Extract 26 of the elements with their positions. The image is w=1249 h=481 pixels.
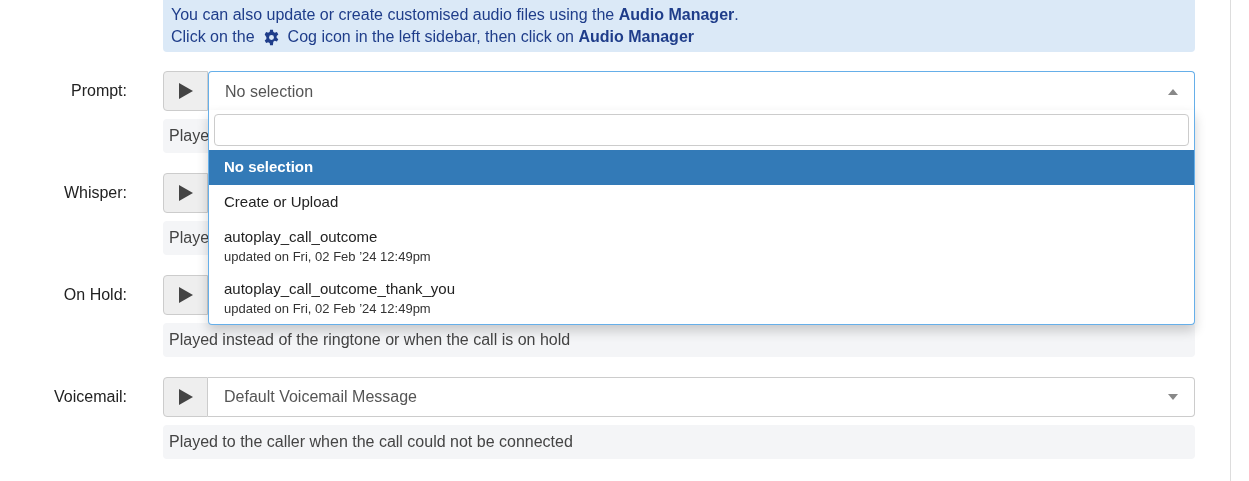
- info-text: Cog icon in the left sidebar, then click on Audio Manager: [287, 28, 694, 46]
- help-text: Played instead of the ringtone or when the call is on hold: [163, 323, 1195, 357]
- play-icon: [178, 185, 193, 201]
- caret-icon: [1168, 88, 1178, 95]
- dropdown-option[interactable]: autoplay_call_outcome updated on Fri, 02 Feb ’24 12:49pm: [209, 220, 1194, 272]
- field-label: Voicemail:: [53, 387, 128, 407]
- cog-icon: [262, 28, 280, 46]
- field-label: Prompt:: [70, 81, 128, 101]
- info-text: You can also update or create customised audio files using the Audio Manager.: [171, 6, 740, 24]
- select-field[interactable]: Default Voicemail Message: [208, 377, 1195, 417]
- dropdown-option[interactable]: autoplay_call_outcome_thank_you updated on Fri, 02 Feb ’24 12:49pm: [209, 272, 1194, 324]
- play-icon: [178, 287, 193, 303]
- help-text: Played to the caller when the call could not be connected: [163, 425, 1195, 459]
- field-label: On Hold:: [62, 285, 128, 305]
- play-button[interactable]: [163, 377, 208, 417]
- play-button[interactable]: [163, 71, 208, 111]
- field-label: Whisper:: [62, 183, 128, 203]
- search-field[interactable]: [214, 114, 1189, 146]
- info-text: Click on the: [171, 28, 255, 46]
- play-icon: [178, 83, 193, 99]
- play-button[interactable]: [163, 275, 208, 315]
- play-button[interactable]: [163, 173, 208, 213]
- dropdown-option[interactable]: Create or Upload: [209, 185, 1194, 220]
- play-icon: [178, 389, 193, 405]
- caret-icon: [1168, 394, 1178, 400]
- dropdown-option[interactable]: No selection: [209, 150, 1194, 185]
